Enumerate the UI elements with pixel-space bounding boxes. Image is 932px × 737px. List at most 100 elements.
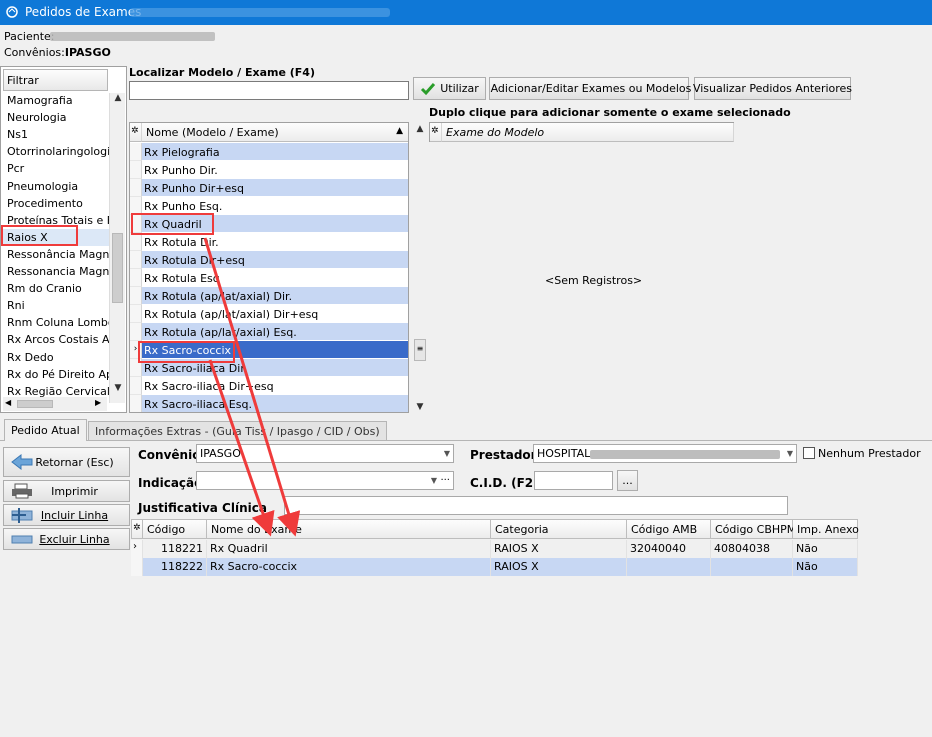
filter-item[interactable]: Pneumologia — [1, 178, 109, 195]
orders-cell[interactable]: Rx Sacro-coccix — [207, 558, 491, 576]
scroll-down-icon[interactable]: ▼ — [413, 402, 427, 412]
row-indicator[interactable] — [130, 233, 142, 251]
orders-cell[interactable]: 118222 — [143, 558, 207, 576]
add-edit-exams-button[interactable]: Adicionar/Editar Exames ou Modelos — [489, 77, 691, 100]
row-indicator[interactable] — [130, 323, 142, 341]
orders-header-cell[interactable]: Imp. Anexo — [793, 519, 859, 539]
filter-horizontal-scrollbar[interactable]: ◀ ▶ — [3, 397, 107, 411]
models-grid-scrollbar[interactable]: ▲ ≡ ▼ — [411, 122, 428, 413]
orders-header-cell[interactable]: Código CBHPM — [711, 519, 796, 539]
filter-vertical-scrollbar[interactable]: ▲ ▼ — [109, 93, 125, 403]
model-row[interactable]: Rx Punho Dir. — [142, 161, 408, 179]
orders-cell[interactable]: 40804038 — [711, 540, 793, 558]
filter-item[interactable]: Rni — [1, 297, 109, 314]
indication-ellipsis[interactable]: ... — [440, 472, 450, 483]
add-row-icon — [11, 508, 33, 523]
delete-line-button[interactable]: Excluir Linha — [3, 528, 130, 550]
model-row[interactable]: Rx Rotula (ap/lat/axial) Dir. — [142, 287, 408, 305]
model-row[interactable]: Rx Rotula Dir+esq — [142, 251, 408, 269]
orders-cell[interactable] — [627, 558, 711, 576]
model-row[interactable]: Rx Rotula Esq — [142, 269, 408, 287]
filter-item[interactable]: Ressonância Magnéti — [1, 246, 109, 263]
filter-item[interactable]: Rx Arcos Costais Ap, — [1, 331, 109, 348]
filter-item[interactable]: Pcr — [1, 160, 109, 177]
exam-model-grid[interactable]: ✲ Exame do Modelo — [429, 122, 734, 142]
row-indicator[interactable] — [130, 377, 142, 395]
return-button[interactable]: Retornar (Esc) — [3, 447, 130, 477]
patient-name-redacted — [50, 32, 215, 41]
filter-item[interactable]: Otorrinolaringologia — [1, 143, 109, 160]
orders-cell[interactable]: RAIOS X — [491, 558, 627, 576]
row-indicator[interactable] — [131, 558, 143, 576]
filter-item[interactable]: Rnm Coluna Lombo-s — [1, 314, 109, 331]
use-button[interactable]: Utilizar — [413, 77, 486, 100]
orders-cell[interactable]: Não — [793, 558, 858, 576]
cid-lookup-button[interactable]: ... — [617, 470, 638, 491]
scroll-down-icon[interactable]: ▼ — [111, 383, 125, 393]
model-row[interactable]: Rx Pielografia — [142, 143, 408, 161]
print-button[interactable]: Imprimir — [3, 480, 130, 502]
orders-cell[interactable]: 118221 — [143, 540, 207, 558]
row-indicator[interactable] — [130, 179, 142, 197]
exam-grid-hint: Duplo clique para adicionar somente o ex… — [429, 106, 791, 119]
exam-model-header[interactable]: Exame do Modelo — [442, 123, 734, 142]
model-row[interactable]: Rx Sacro-iliaca Dir+esq — [142, 377, 408, 395]
orders-cell[interactable]: RAIOS X — [491, 540, 627, 558]
row-indicator[interactable] — [130, 251, 142, 269]
row-indicator[interactable] — [130, 143, 142, 161]
justification-input[interactable] — [284, 496, 788, 515]
filter-header[interactable]: Filtrar — [3, 69, 108, 91]
scroll-up-icon[interactable]: ▲ — [413, 124, 427, 134]
orders-header-cell[interactable]: Código — [143, 519, 207, 539]
model-row[interactable]: Rx Sacro-iliaca Esq. — [142, 395, 408, 412]
filter-scroll-thumb[interactable] — [112, 233, 123, 303]
filter-item[interactable]: Mamografia — [1, 92, 109, 109]
add-line-button[interactable]: Incluir Linha — [3, 504, 130, 526]
orders-header-cell[interactable]: Nome do Exame — [207, 519, 491, 539]
grid-corner-icon: ✲ — [131, 519, 143, 539]
filter-item[interactable]: Rm do Cranio — [1, 280, 109, 297]
models-grid[interactable]: ✲ Nome (Modelo / Exame) ▲ Rx Pielografia… — [129, 122, 409, 413]
orders-cell[interactable]: Rx Quadril — [207, 540, 491, 558]
filter-item[interactable]: Neurologia — [1, 109, 109, 126]
indication-select[interactable]: ▼ ... — [196, 471, 454, 490]
scroll-up-icon[interactable]: ▲ — [111, 93, 125, 103]
model-row[interactable]: Rx Rotula Dir. — [142, 233, 408, 251]
models-scroll-thumb[interactable]: ≡ — [414, 339, 426, 361]
filter-item[interactable]: Procedimento — [1, 195, 109, 212]
orders-grid[interactable]: ✲ Código Nome do Exame Categoria Código AMB… — [131, 519, 859, 577]
view-previous-orders-button[interactable]: Visualizar Pedidos Anteriores — [693, 77, 852, 100]
filter-item[interactable]: Ressonancia Magneti — [1, 263, 109, 280]
model-row[interactable]: Rx Rotula (ap/lat/axial) Dir+esq — [142, 305, 408, 323]
scroll-right-icon[interactable]: ▶ — [95, 398, 101, 407]
filter-item[interactable]: Ns1 — [1, 126, 109, 143]
row-indicator[interactable] — [130, 395, 142, 412]
tab-current-order[interactable]: Pedido Atual — [4, 419, 87, 441]
filter-hscroll-thumb[interactable] — [17, 400, 53, 408]
filter-item[interactable]: Rx Dedo — [1, 349, 109, 366]
row-indicator[interactable]: › — [131, 540, 143, 558]
row-indicator[interactable] — [130, 287, 142, 305]
insurance-select[interactable]: IPASGO ▼ — [196, 444, 454, 463]
models-grid-header[interactable]: Nome (Modelo / Exame) ▲ — [142, 123, 408, 142]
orders-cell[interactable]: 32040040 — [627, 540, 711, 558]
scroll-left-icon[interactable]: ◀ — [5, 398, 11, 407]
title-bar: Pedidos de Exames — [0, 0, 932, 25]
row-indicator[interactable] — [130, 161, 142, 179]
filter-item[interactable]: Rx do Pé Direito Ap, — [1, 366, 109, 383]
tab-extra-info[interactable]: Informações Extras - (Guia Tiss / Ipasgo… — [88, 421, 387, 440]
insurance-label: Convênios:IPASGO — [4, 46, 111, 59]
check-icon — [421, 82, 436, 95]
no-provider-checkbox[interactable] — [803, 447, 815, 459]
row-indicator[interactable] — [130, 269, 142, 287]
row-indicator[interactable] — [130, 305, 142, 323]
orders-cell[interactable] — [711, 558, 793, 576]
orders-header-cell[interactable]: Categoria — [491, 519, 627, 539]
cid-input[interactable] — [534, 471, 613, 490]
model-row[interactable]: Rx Rotula (ap/lat/axial) Esq. — [142, 323, 408, 341]
search-input[interactable] — [129, 81, 409, 100]
orders-cell[interactable]: Não — [793, 540, 858, 558]
orders-header-cell[interactable]: Código AMB — [627, 519, 711, 539]
model-row[interactable]: Rx Punho Dir+esq — [142, 179, 408, 197]
provider-select[interactable]: HOSPITAL ▼ — [533, 444, 797, 463]
